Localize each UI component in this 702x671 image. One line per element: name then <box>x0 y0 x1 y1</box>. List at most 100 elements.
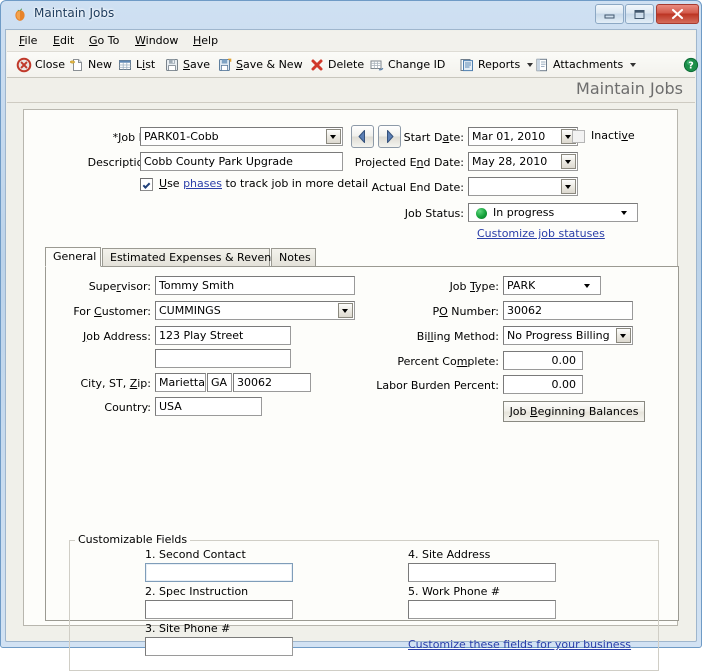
country-label: Country: <box>104 401 151 414</box>
chevron-down-icon[interactable] <box>581 279 596 294</box>
job-type-label: Job Type: <box>449 280 499 293</box>
customize-fields-link[interactable]: Customize these fields for your business <box>408 638 631 651</box>
chevron-down-icon[interactable] <box>527 62 534 67</box>
chevron-down-icon[interactable] <box>618 206 633 221</box>
toolbar-delete-button[interactable]: Delete <box>309 55 364 74</box>
toolbar-save-button[interactable]: Save <box>164 55 210 74</box>
delete-x-icon <box>309 57 325 73</box>
city-input[interactable]: Marietta <box>155 373 206 392</box>
labor-burden-percent-input[interactable]: 0.00 <box>503 375 583 394</box>
toolbar-new-label: New <box>88 58 112 71</box>
toolbar-change-id-button[interactable]: Change ID <box>369 55 445 74</box>
billing-method-combo[interactable]: No Progress Billing <box>503 326 633 345</box>
supervisor-input[interactable]: Tommy Smith <box>155 276 355 295</box>
page-banner: Maintain Jobs <box>7 78 695 103</box>
actual-end-date-picker[interactable] <box>468 177 578 196</box>
chevron-down-icon[interactable] <box>616 328 631 343</box>
job-type-combo[interactable]: PARK <box>503 276 601 295</box>
job-id-combo[interactable]: PARK01-Cobb <box>140 127 343 146</box>
toolbar-attachments-button[interactable]: Attachments <box>534 55 637 74</box>
menu-bar: File Edit Go To Window Help <box>7 31 695 52</box>
city-state-zip-label: City, ST, Zip: <box>80 377 151 390</box>
tab-general[interactable]: General <box>45 247 101 267</box>
percent-complete-input[interactable]: 0.00 <box>503 351 583 370</box>
customize-job-statuses-link[interactable]: Customize job statuses <box>477 227 605 240</box>
menu-edit[interactable]: Edit <box>53 34 74 47</box>
status-color-dot <box>476 208 487 219</box>
toolbar-new-button[interactable]: New <box>69 55 112 74</box>
calendar-dropdown-icon[interactable] <box>561 179 576 194</box>
save-disk-icon <box>164 57 180 73</box>
toolbar-reports-button[interactable]: Reports <box>459 55 534 74</box>
use-phases-checkbox[interactable] <box>140 178 153 191</box>
for-customer-label: For Customer: <box>73 305 151 318</box>
toolbar-save-label: Save <box>183 58 211 71</box>
for-customer-combo[interactable]: CUMMINGS <box>155 301 355 320</box>
job-status-value: In progress <box>493 206 555 219</box>
menu-window[interactable]: Window <box>135 34 178 47</box>
state-input[interactable]: GA <box>207 373 232 392</box>
chevron-down-icon[interactable] <box>630 62 637 67</box>
menu-help[interactable]: Help <box>193 34 218 47</box>
close-window-button[interactable] <box>656 4 699 24</box>
chevron-down-icon[interactable] <box>326 129 341 144</box>
minimize-button[interactable] <box>595 4 624 24</box>
start-date-picker[interactable]: Mar 01, 2010 <box>468 127 578 146</box>
toolbar-save-and-new-button[interactable]: Save & New <box>217 55 303 74</box>
projected-end-date-picker[interactable]: May 28, 2010 <box>468 152 578 171</box>
custom-field-4-label: 4. Site Address <box>408 548 491 561</box>
toolbar-attachments-label: Attachments <box>553 58 624 71</box>
tab-notes[interactable]: Notes <box>271 248 316 267</box>
attachments-icon <box>534 57 550 73</box>
peach-logo-icon <box>12 7 28 23</box>
for-customer-value: CUMMINGS <box>159 304 221 317</box>
custom-field-4-input[interactable] <box>408 563 556 582</box>
percent-complete-label: Percent Complete: <box>397 355 499 368</box>
zip-input[interactable]: 30062 <box>233 373 311 392</box>
job-status-combo[interactable]: In progress <box>468 203 638 222</box>
menu-file[interactable]: File <box>19 34 37 47</box>
chevron-down-icon[interactable] <box>338 303 353 318</box>
form-body: *Job ID: PARK01-Cobb Description: Cobb C… <box>23 109 679 671</box>
custom-field-5-label: 5. Work Phone # <box>408 585 501 598</box>
toolbar-list-button[interactable]: List <box>117 55 155 74</box>
projected-end-date-value: May 28, 2010 <box>472 155 548 168</box>
job-type-value: PARK <box>507 279 536 292</box>
description-input[interactable]: Cobb County Park Upgrade <box>140 152 343 171</box>
custom-field-1-label: 1. Second Contact <box>145 548 246 561</box>
change-id-icon <box>369 57 385 73</box>
job-address-line1-input[interactable]: 123 Play Street <box>155 326 291 345</box>
svg-text:?: ? <box>688 60 694 71</box>
toolbar-reports-label: Reports <box>478 58 521 71</box>
phases-link[interactable]: phases <box>183 177 222 190</box>
toolbar-close-label: Close <box>35 58 65 71</box>
tab-estimated-expenses-revenue[interactable]: Estimated Expenses & Revenue <box>102 248 285 267</box>
po-number-label: PO Number: <box>432 305 499 318</box>
window-client-area: File Edit Go To Window Help Close New Li… <box>5 29 699 671</box>
inactive-checkbox[interactable] <box>572 130 585 143</box>
custom-field-2-label: 2. Spec Instruction <box>145 585 249 598</box>
toolbar-help-button[interactable]: ? <box>683 55 699 74</box>
start-date-label: Start Date: <box>403 131 464 144</box>
country-input[interactable]: USA <box>155 397 262 416</box>
labor-burden-percent-label: Labor Burden Percent: <box>376 379 499 392</box>
start-date-value: Mar 01, 2010 <box>472 130 546 143</box>
menu-go-to[interactable]: Go To <box>89 34 119 47</box>
billing-method-value: No Progress Billing <box>507 329 610 342</box>
save-new-icon <box>217 57 233 73</box>
new-page-icon <box>69 57 85 73</box>
custom-field-5-input[interactable] <box>408 600 556 619</box>
custom-field-2-input[interactable] <box>145 600 293 619</box>
job-beginning-balances-button[interactable]: Job Beginning Balances <box>503 401 645 422</box>
maximize-button[interactable] <box>625 4 654 24</box>
application-window: Maintain Jobs File Edit Go To Window Hel… <box>0 0 702 671</box>
po-number-input[interactable]: 30062 <box>503 301 633 320</box>
toolbar-close-button[interactable]: Close <box>16 55 65 74</box>
custom-field-3-input[interactable] <box>145 637 293 656</box>
billing-method-label: Billing Method: <box>416 330 499 343</box>
customizable-fields-title: Customizable Fields <box>75 533 191 546</box>
toolbar-change-id-label: Change ID <box>388 58 446 71</box>
custom-field-1-input[interactable] <box>145 563 293 582</box>
job-address-line2-input[interactable] <box>155 349 291 368</box>
calendar-dropdown-icon[interactable] <box>561 154 576 169</box>
